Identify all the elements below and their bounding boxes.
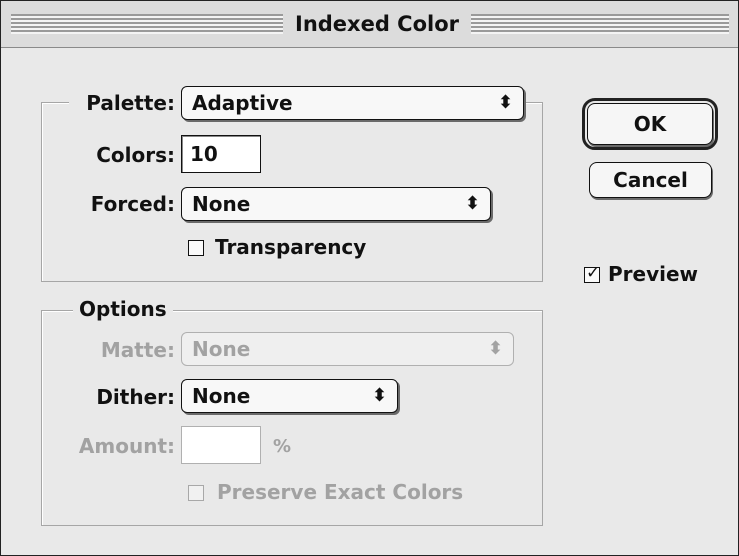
up-down-arrows-icon: ⬍ — [497, 92, 513, 113]
up-down-arrows-icon: ⬍ — [487, 338, 503, 359]
title-bar[interactable]: Indexed Color — [1, 1, 738, 48]
forced-label: Forced: — [90, 192, 175, 216]
dither-label: Dither: — [96, 385, 175, 409]
dialog-title: Indexed Color — [295, 12, 459, 36]
matte-popup-value: None — [192, 337, 251, 361]
transparency-label[interactable]: Transparency — [215, 234, 366, 260]
options-legend: Options — [73, 296, 173, 322]
colors-field[interactable]: 10 — [181, 135, 261, 173]
dither-popup[interactable]: None ⬍ — [181, 379, 398, 413]
checkmark-icon: ✓ — [586, 263, 601, 283]
matte-label: Matte: — [100, 338, 175, 362]
up-down-arrows-icon: ⬍ — [371, 385, 387, 406]
forced-popup[interactable]: None ⬍ — [181, 187, 491, 221]
dither-popup-value: None — [192, 384, 251, 408]
transparency-checkbox[interactable] — [188, 240, 204, 256]
cancel-button-label: Cancel — [613, 168, 688, 192]
up-down-arrows-icon: ⬍ — [464, 193, 480, 214]
colors-field-value: 10 — [190, 142, 218, 166]
ok-button-label: OK — [633, 112, 667, 136]
amount-unit: % — [273, 436, 292, 457]
title-bar-stripes-right — [471, 14, 729, 34]
colors-label: Colors: — [96, 143, 175, 167]
matte-popup[interactable]: None ⬍ — [181, 332, 514, 366]
indexed-color-dialog: Indexed Color Palette: Adaptive ⬍ Colors… — [0, 0, 739, 556]
preview-checkbox[interactable]: ✓ — [584, 263, 600, 283]
ok-button[interactable]: OK — [582, 98, 718, 150]
amount-label: Amount: — [78, 434, 175, 458]
preserve-exact-colors-checkbox[interactable] — [188, 485, 204, 501]
palette-popup-value: Adaptive — [192, 91, 293, 115]
title-bar-stripes-left — [11, 14, 283, 34]
cancel-button[interactable]: Cancel — [589, 162, 712, 198]
forced-popup-value: None — [192, 192, 251, 216]
palette-popup[interactable]: Adaptive ⬍ — [181, 86, 524, 120]
preview-label[interactable]: Preview — [608, 261, 698, 287]
palette-label: Palette: — [86, 91, 175, 115]
preserve-exact-colors-label[interactable]: Preserve Exact Colors — [217, 479, 463, 505]
amount-field[interactable] — [181, 426, 261, 464]
